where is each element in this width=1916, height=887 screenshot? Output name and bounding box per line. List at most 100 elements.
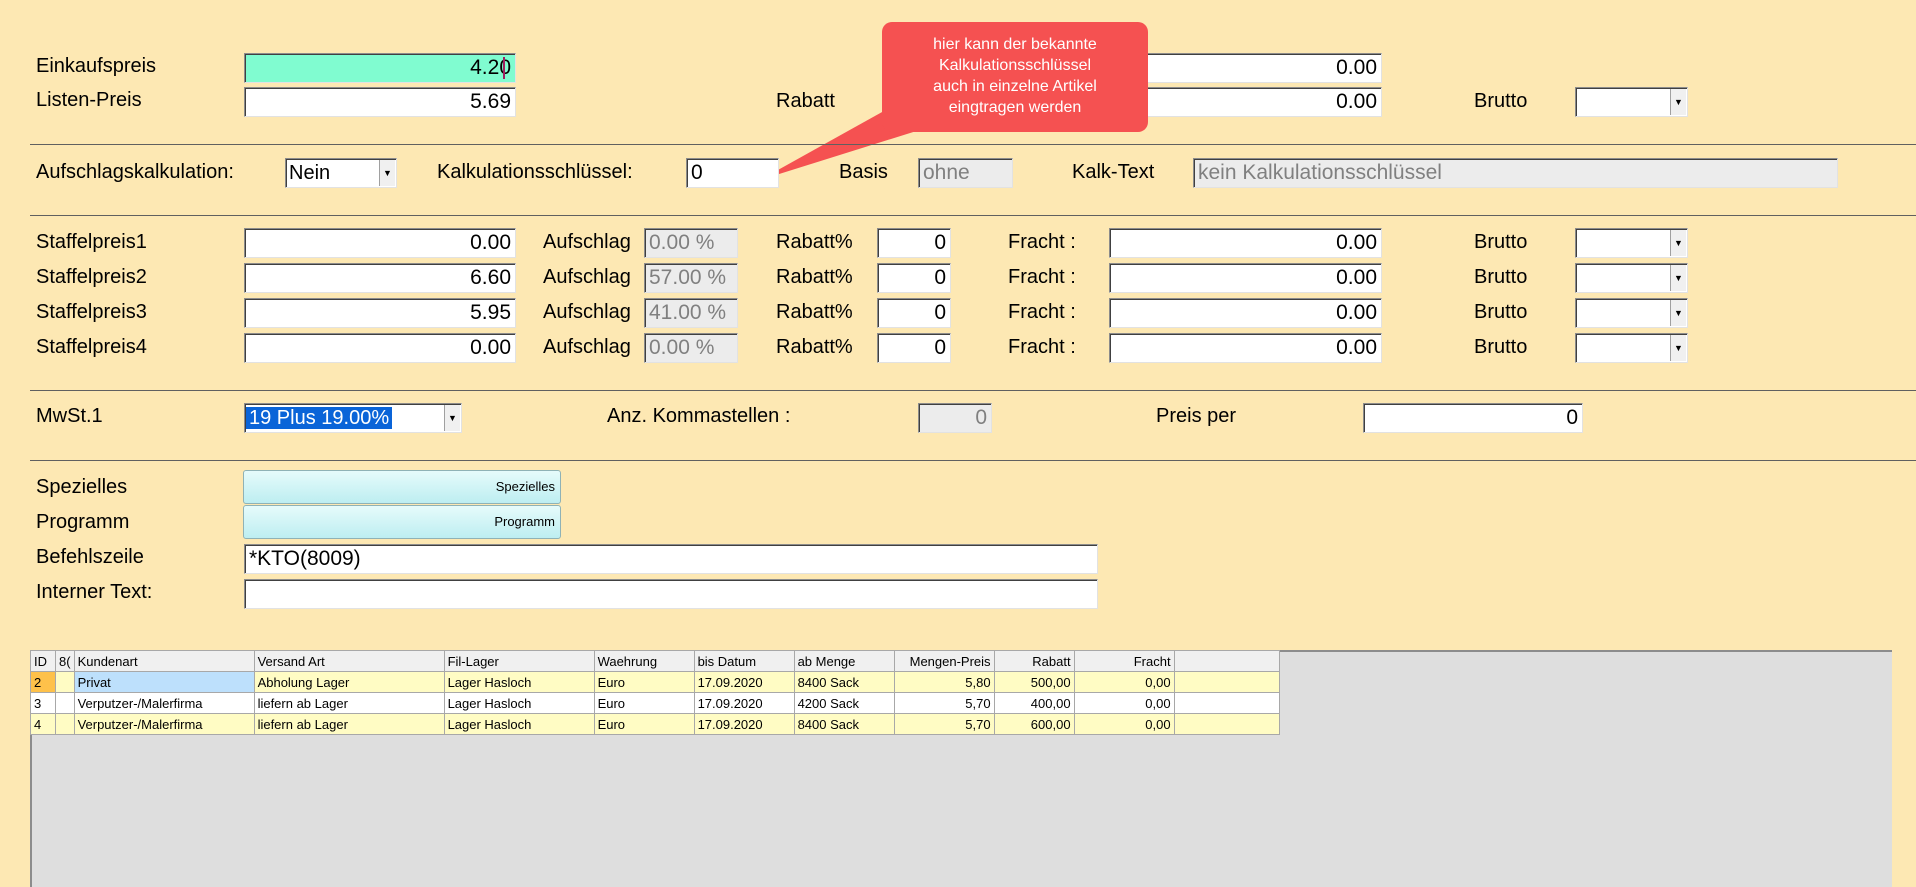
top-value-field-1[interactable]: 0.00 — [1110, 53, 1382, 83]
cell-id[interactable]: 3 — [30, 692, 56, 714]
kalk-text-label: Kalk-Text — [1072, 161, 1155, 183]
cell-versand-art[interactable]: liefern ab Lager — [253, 692, 445, 714]
mwst-select[interactable]: 19 Plus 19.00% ▼ — [244, 403, 462, 433]
cell-bis-datum[interactable]: 17.09.2020 — [693, 692, 795, 714]
chevron-down-icon[interactable]: ▼ — [1670, 265, 1686, 291]
preis-per-field[interactable]: 0 — [1363, 403, 1583, 433]
chevron-down-icon[interactable]: ▼ — [1670, 300, 1686, 326]
cell-fracht[interactable]: 0,00 — [1073, 713, 1175, 735]
col-header-fil-lager[interactable]: Fil-Lager — [443, 650, 595, 672]
cell-8[interactable] — [55, 713, 75, 735]
programm-button[interactable]: Programm — [243, 505, 561, 539]
interner-text-field[interactable] — [244, 579, 1098, 609]
cell-ab-menge[interactable]: 8400 Sack — [793, 713, 895, 735]
col-header-versand-art[interactable]: Versand Art — [253, 650, 445, 672]
einkaufspreis-field[interactable]: 4.20 — [244, 53, 516, 83]
fracht-label: Fracht : — [1008, 301, 1076, 323]
cell-kundenart[interactable]: Verputzer-/Malerfirma — [73, 692, 255, 714]
staffelpreis-field[interactable]: 0.00 — [244, 228, 516, 258]
cell-fracht[interactable]: 0,00 — [1073, 671, 1175, 693]
price-grid[interactable]: ID 8( Kundenart Versand Art Fil-Lager Wa… — [30, 650, 1280, 735]
cell-mengen-preis[interactable]: 5,70 — [893, 713, 995, 735]
cell-fil-lager[interactable]: Lager Hasloch — [443, 671, 595, 693]
table-row[interactable]: 4 Verputzer-/Malerfirma liefern ab Lager… — [30, 713, 1280, 735]
befehlszeile-field[interactable]: *KTO(8009) — [244, 544, 1098, 574]
staffelpreis-field[interactable]: 0.00 — [244, 333, 516, 363]
top-value-field-2[interactable]: 0.00 — [1110, 87, 1382, 117]
rabatt-percent-field[interactable]: 0 — [877, 298, 951, 328]
cell-empty[interactable] — [1173, 692, 1280, 714]
cell-bis-datum[interactable]: 17.09.2020 — [693, 671, 795, 693]
brutto-select-top[interactable]: ▼ — [1575, 87, 1688, 117]
cell-versand-art[interactable]: Abholung Lager — [253, 671, 445, 693]
col-header-bis-datum[interactable]: bis Datum — [693, 650, 795, 672]
divider-3 — [30, 390, 1916, 391]
col-header-mengen-preis[interactable]: Mengen-Preis — [893, 650, 995, 672]
fracht-field[interactable]: 0.00 — [1109, 298, 1382, 328]
col-header-kundenart[interactable]: Kundenart — [73, 650, 255, 672]
brutto-select[interactable]: ▼ — [1575, 333, 1688, 363]
col-header-fracht[interactable]: Fracht — [1073, 650, 1175, 672]
cell-fracht[interactable]: 0,00 — [1073, 692, 1175, 714]
cell-rabatt[interactable]: 500,00 — [993, 671, 1075, 693]
cell-kundenart[interactable]: Verputzer-/Malerfirma — [73, 713, 255, 735]
staffelpreis-field[interactable]: 5.95 — [244, 298, 516, 328]
brutto-label: Brutto — [1474, 266, 1528, 288]
cell-kundenart[interactable]: Privat — [73, 671, 255, 693]
col-header-rabatt[interactable]: Rabatt — [993, 650, 1075, 672]
table-row[interactable]: 2 Privat Abholung Lager Lager Hasloch Eu… — [30, 671, 1280, 693]
rabatt-percent-field[interactable]: 0 — [877, 228, 951, 258]
kalkulationsschluessel-label: Kalkulationsschlüssel: — [437, 161, 633, 183]
cell-empty[interactable] — [1173, 713, 1280, 735]
divider-4 — [30, 460, 1916, 461]
chevron-down-icon[interactable]: ▼ — [444, 405, 460, 431]
brutto-label: Brutto — [1474, 336, 1528, 358]
rabatt-percent-field[interactable]: 0 — [877, 263, 951, 293]
aufschlag-field: 41.00 % — [644, 298, 738, 328]
basis-label: Basis — [839, 161, 888, 183]
col-header-waehrung[interactable]: Waehrung — [593, 650, 695, 672]
cell-id[interactable]: 2 — [30, 671, 56, 693]
cell-ab-menge[interactable]: 8400 Sack — [793, 671, 895, 693]
rabatt-percent-label: Rabatt% — [776, 266, 853, 288]
chevron-down-icon[interactable]: ▼ — [1670, 89, 1686, 115]
rabatt-percent-label: Rabatt% — [776, 231, 853, 253]
cell-waehrung[interactable]: Euro — [593, 692, 695, 714]
fracht-field[interactable]: 0.00 — [1109, 333, 1382, 363]
staffelpreis-field[interactable]: 6.60 — [244, 263, 516, 293]
brutto-label-top: Brutto — [1474, 90, 1528, 112]
table-row[interactable]: 3 Verputzer-/Malerfirma liefern ab Lager… — [30, 692, 1280, 714]
cell-waehrung[interactable]: Euro — [593, 671, 695, 693]
cell-empty[interactable] — [1173, 671, 1280, 693]
cell-8[interactable] — [55, 692, 75, 714]
cell-bis-datum[interactable]: 17.09.2020 — [693, 713, 795, 735]
cell-id[interactable]: 4 — [30, 713, 56, 735]
chevron-down-icon[interactable]: ▼ — [379, 160, 395, 186]
cell-rabatt[interactable]: 600,00 — [993, 713, 1075, 735]
aufschlagskalkulation-select[interactable]: Nein ▼ — [285, 158, 397, 188]
cell-fil-lager[interactable]: Lager Hasloch — [443, 692, 595, 714]
cell-ab-menge[interactable]: 4200 Sack — [793, 692, 895, 714]
cell-fil-lager[interactable]: Lager Hasloch — [443, 713, 595, 735]
cell-8[interactable] — [55, 671, 75, 693]
col-header-ab-menge[interactable]: ab Menge — [793, 650, 895, 672]
listenpreis-field[interactable]: 5.69 — [244, 87, 516, 117]
fracht-field[interactable]: 0.00 — [1109, 263, 1382, 293]
brutto-select[interactable]: ▼ — [1575, 298, 1688, 328]
aufschlag-label: Aufschlag — [543, 301, 631, 323]
col-header-8[interactable]: 8( — [55, 650, 75, 672]
cell-mengen-preis[interactable]: 5,70 — [893, 692, 995, 714]
rabatt-percent-field[interactable]: 0 — [877, 333, 951, 363]
brutto-select[interactable]: ▼ — [1575, 228, 1688, 258]
cell-rabatt[interactable]: 400,00 — [993, 692, 1075, 714]
kalkulationsschluessel-field[interactable]: 0 — [686, 158, 779, 188]
cell-mengen-preis[interactable]: 5,80 — [893, 671, 995, 693]
fracht-field[interactable]: 0.00 — [1109, 228, 1382, 258]
brutto-select[interactable]: ▼ — [1575, 263, 1688, 293]
spezielles-button[interactable]: Spezielles — [243, 470, 561, 504]
cell-versand-art[interactable]: liefern ab Lager — [253, 713, 445, 735]
chevron-down-icon[interactable]: ▼ — [1670, 230, 1686, 256]
chevron-down-icon[interactable]: ▼ — [1670, 335, 1686, 361]
col-header-id[interactable]: ID — [30, 650, 56, 672]
cell-waehrung[interactable]: Euro — [593, 713, 695, 735]
